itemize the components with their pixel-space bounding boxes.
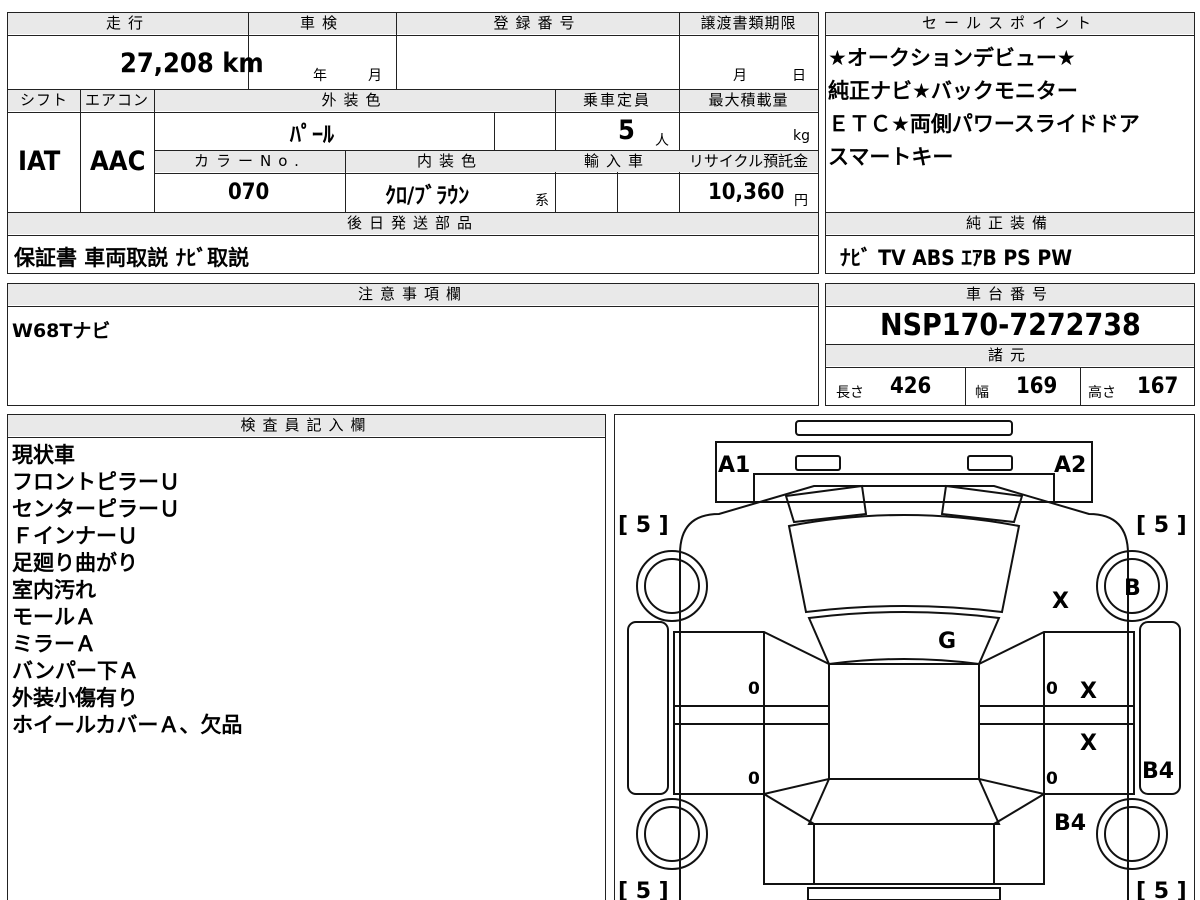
transfer-day-unit: 日 (792, 68, 806, 84)
header-load: 最大積載量 (679, 90, 818, 111)
damage-mark-x-rear-door: X (1080, 731, 1097, 756)
damage-mark-x-fender: X (1052, 589, 1069, 614)
damage-mark-x-front-door: X (1080, 679, 1097, 704)
header-ac: エアコン (80, 90, 154, 111)
damage-mark-b: B (1124, 576, 1141, 601)
transfer-month-unit: 月 (733, 68, 747, 84)
sales-line: スマートキー (828, 145, 954, 169)
header-color-no: カラーNo. (155, 151, 345, 172)
color-no-value: 070 (228, 180, 270, 205)
inspector-line: ホイールカバーＡ、欠品 (12, 713, 243, 737)
door-mark: 0 (1046, 769, 1058, 789)
header-recycle: リサイクル預託金 (679, 151, 818, 172)
damage-mark-g: G (938, 629, 956, 654)
header-mileage: 走行 (8, 13, 248, 34)
header-shift: シフト (8, 90, 80, 111)
header-sales-point: セールスポイント (826, 13, 1194, 34)
inspector-line: ミラーＡ (12, 632, 96, 656)
interior-suffix: 系 (535, 193, 549, 209)
header-registration: 登録番号 (396, 13, 679, 34)
height-value: 167 (1137, 374, 1179, 399)
inspection-year-unit: 年 (313, 68, 327, 84)
inspector-line: 現状車 (12, 443, 75, 467)
car-diagram: A1 A2 [ 5 ] [ 5 ] [ 5 ] [ 5 ] B X G X X … (618, 420, 1187, 900)
header-import: 輸入車 (555, 151, 679, 172)
inspector-line: センターピラーＵ (12, 497, 180, 521)
inspector-lines: 現状車 フロントピラーＵ センターピラーＵ ＦインナーＵ 足廻り曲がり 室内汚れ… (12, 442, 242, 739)
header-transfer: 譲渡書類期限 (679, 13, 818, 34)
tire-tread-front-right: [ 5 ] (1136, 513, 1187, 538)
header-notes: 注意事項欄 (8, 284, 818, 305)
recycle-unit: 円 (794, 193, 808, 209)
header-later-parts: 後日発送部品 (8, 213, 818, 234)
sales-point-lines: ★オークションデビュー★ 純正ナビ★バックモニター ＥＴＣ★両側パワースライドド… (828, 42, 1140, 174)
chassis-number: NSP170-7272738 (880, 308, 1141, 343)
width-value: 169 (1016, 374, 1058, 399)
tire-tread-rear-right: [ 5 ] (1136, 879, 1187, 900)
damage-mark-a2: A2 (1054, 453, 1086, 478)
notes-value: W68Tナビ (12, 320, 111, 342)
door-mark: 0 (748, 679, 760, 699)
ac-value: AAC (90, 146, 146, 177)
inspector-line: 足廻り曲がり (12, 551, 138, 575)
inspector-line: ＦインナーＵ (12, 524, 138, 548)
sales-line: 純正ナビ★バックモニター (828, 79, 1078, 103)
equipment-value: ﾅﾋﾞ TV ABS ｴｱB PS PW (840, 246, 1073, 270)
tire-tread-front-left: [ 5 ] (618, 513, 669, 538)
header-equipment: 純正装備 (826, 213, 1194, 234)
interior-color-value: ｸﾛ/ﾌﾞﾗｳﾝ (385, 184, 470, 209)
header-specs: 諸元 (826, 345, 1194, 366)
damage-mark-b4-side: B4 (1142, 759, 1174, 784)
tire-tread-rear-left: [ 5 ] (618, 879, 669, 900)
later-parts-value: 保証書 車両取説 ﾅﾋﾞ取説 (14, 246, 250, 270)
door-mark: 0 (748, 769, 760, 789)
shift-value: IAT (18, 146, 61, 177)
sales-line: ★オークションデビュー★ (828, 46, 1076, 70)
inspector-line: フロントピラーＵ (12, 470, 180, 494)
header-capacity: 乗車定員 (555, 90, 679, 111)
load-unit: kg (793, 128, 810, 144)
width-label: 幅 (975, 385, 989, 401)
header-inspection: 車検 (248, 13, 396, 34)
damage-mark-b4-rear: B4 (1054, 811, 1086, 836)
length-value: 426 (890, 374, 932, 399)
height-label: 高さ (1088, 385, 1116, 401)
sales-line: ＥＴＣ★両側パワースライドドア (828, 112, 1140, 136)
length-label: 長さ (836, 385, 864, 401)
door-mark: 0 (1046, 679, 1058, 699)
header-exterior: 外装色 (154, 90, 555, 111)
header-interior: 内装色 (345, 151, 555, 172)
inspector-line: 外装小傷有り (12, 686, 138, 710)
damage-mark-a1: A1 (718, 453, 750, 478)
mileage-value: 27,208 km (120, 48, 264, 79)
recycle-value: 10,360 (708, 180, 785, 205)
inspector-line: モールＡ (12, 605, 96, 629)
exterior-color-value: ﾊﾟｰﾙ (290, 123, 335, 148)
inspector-line: 室内汚れ (12, 578, 96, 602)
header-chassis: 車台番号 (826, 284, 1194, 305)
inspection-month-unit: 月 (368, 68, 382, 84)
inspector-line: バンパー下Ａ (12, 659, 140, 683)
capacity-value: 5 (618, 115, 635, 146)
capacity-unit: 人 (655, 133, 669, 149)
header-inspector: 検査員記入欄 (8, 415, 605, 436)
